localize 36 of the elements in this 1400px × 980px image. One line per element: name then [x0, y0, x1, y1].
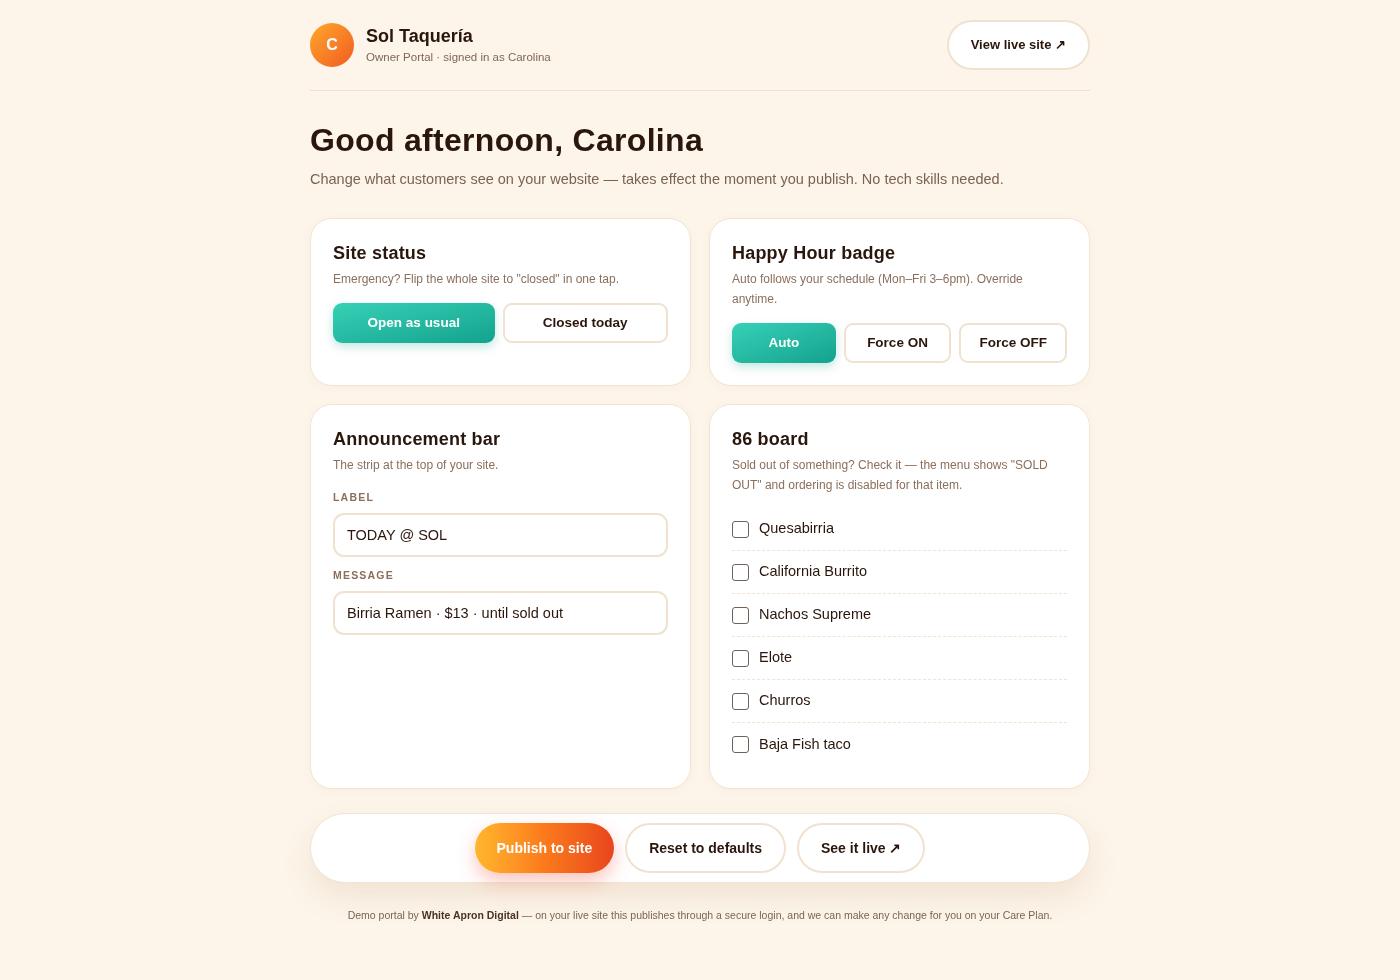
field-label: LABEL	[333, 490, 375, 505]
menu-item-name: Quesabirria	[759, 519, 834, 539]
text-input[interactable]: Birria Ramen · $13 · until sold out	[333, 591, 668, 635]
checkbox[interactable]	[732, 606, 749, 624]
checkbox[interactable]	[732, 692, 749, 710]
option-button[interactable]: Force ON	[843, 323, 952, 363]
card-description: Sold out of something? Check it — the menu shows "SOLD OUT" and ordering is disabled for that item.	[732, 457, 1049, 494]
option-button[interactable]: Force OFF	[959, 323, 1067, 363]
menu-item-name: Elote	[759, 648, 793, 668]
greeting-subtitle: Change what customers see on your website — takes effect the moment you publish. No tech skills needed.	[310, 170, 1005, 189]
greeting-title: Good afternoon, Carolina	[310, 121, 704, 160]
menu-item-name: Churros	[759, 691, 811, 711]
card-description: Auto follows your schedule (Mon–Fri 3–6pm). Override anytime.	[732, 271, 1024, 308]
card-title: Happy Hour badge	[732, 242, 897, 265]
field-label: MESSAGE	[333, 568, 395, 583]
menu-item-name: Baja Fish taco	[759, 734, 851, 754]
view-live-site-button[interactable]: View live site ↗	[946, 20, 1090, 70]
action-button[interactable]: See it live ↗	[797, 823, 926, 873]
brand-subtitle: Owner Portal · signed in as Carolina	[366, 50, 551, 65]
footer-note: Demo portal by White Apron Digital — on your live site this publishes through a secure login, and we can make any change for you on your Care Plan.	[347, 908, 1053, 923]
checkbox[interactable]	[732, 563, 749, 581]
brand-name: Sol Taquería	[366, 25, 474, 48]
text-input[interactable]: TODAY @ SOL	[333, 513, 668, 557]
card-description: The strip at the top of your site.	[333, 457, 500, 474]
option-button[interactable]: Closed today	[502, 303, 668, 343]
card-title: Site status	[333, 242, 428, 265]
checkbox[interactable]	[732, 736, 749, 753]
menu-item-name: California Burrito	[759, 562, 867, 582]
card-description: Emergency? Flip the whole site to "closed" in one tap.	[333, 271, 620, 288]
checkbox[interactable]	[732, 649, 749, 667]
card-title: Announcement bar	[333, 428, 502, 451]
checkbox[interactable]	[732, 520, 749, 538]
card-title: 86 board	[732, 428, 810, 451]
menu-item-name: Nachos Supreme	[759, 605, 872, 625]
brand-logo: C	[310, 23, 354, 67]
action-button[interactable]: Reset to defaults	[625, 823, 786, 873]
